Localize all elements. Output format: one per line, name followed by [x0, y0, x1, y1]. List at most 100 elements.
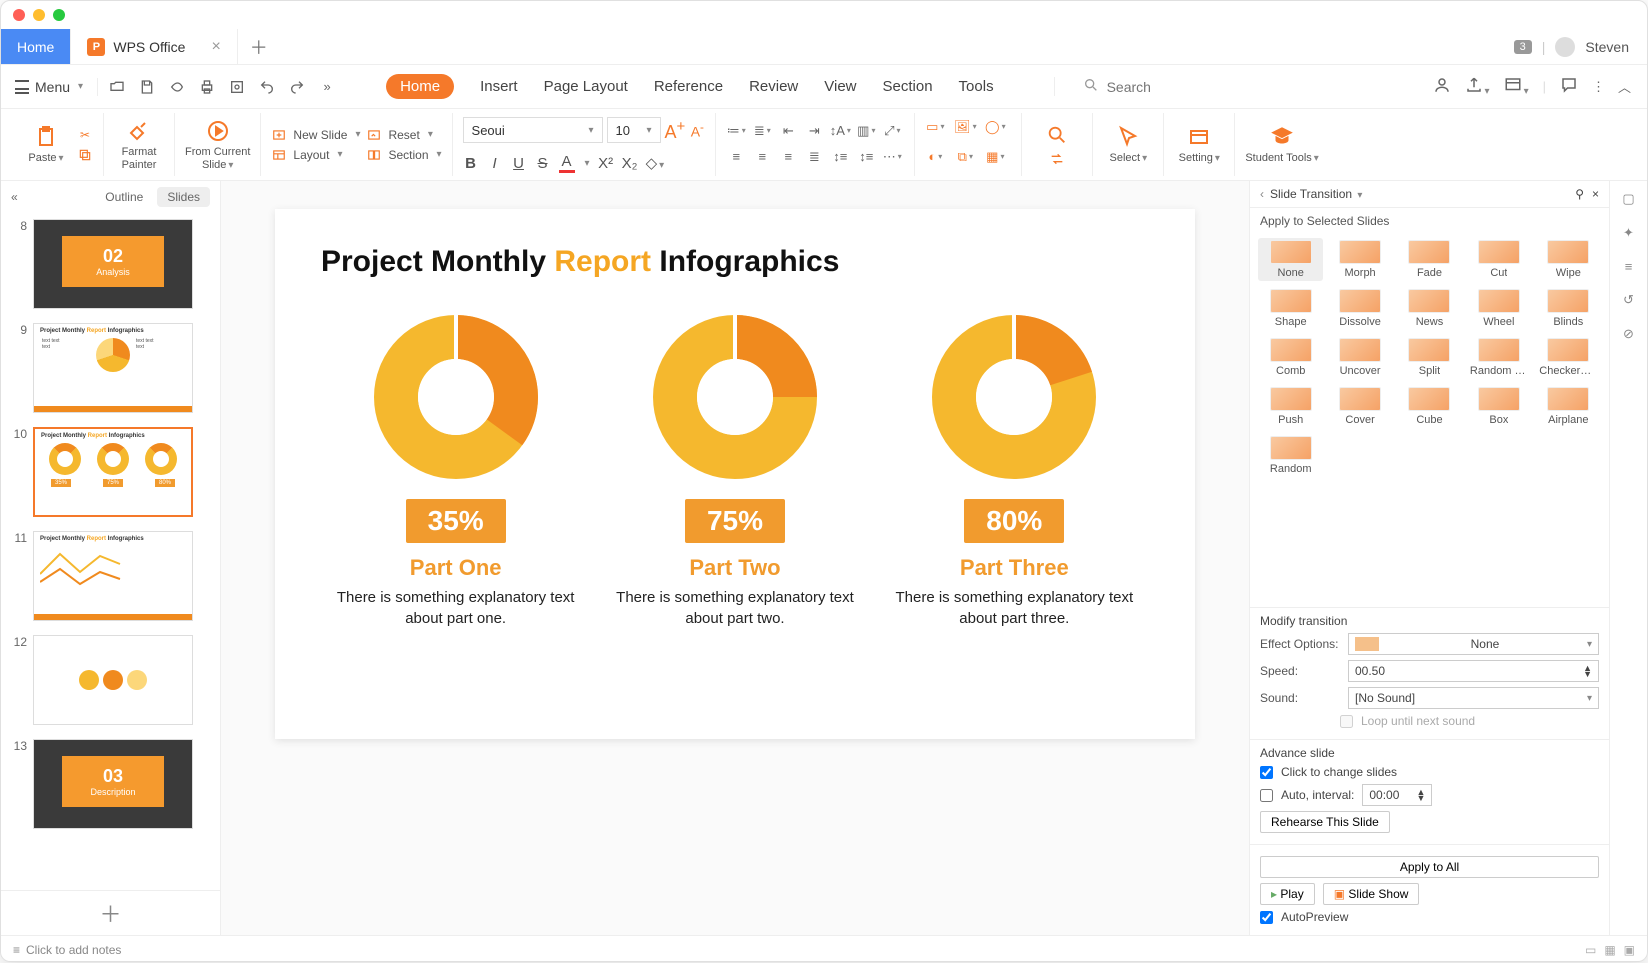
columns-icon[interactable]: ▥▾ [856, 121, 876, 141]
clear-format-button[interactable]: ◇▾ [646, 154, 665, 172]
reading-view-icon[interactable]: ▣ [1624, 943, 1635, 957]
shapes-icon[interactable]: ◯▾ [985, 117, 1005, 137]
vertical-align-icon[interactable]: ⤢▾ [882, 121, 902, 141]
paragraph-more-icon[interactable]: ⋯▾ [882, 147, 902, 167]
font-size-select[interactable]: 10▾ [607, 117, 661, 143]
transition-cut[interactable]: Cut [1466, 238, 1531, 281]
transition-wheel[interactable]: Wheel [1466, 287, 1531, 330]
collapse-ribbon-icon[interactable]: ︿ [1618, 77, 1631, 96]
layout-button[interactable]: Layout▾ [271, 147, 360, 163]
collapse-left-icon[interactable]: « [11, 190, 18, 204]
tab-document[interactable]: P WPS Office × [71, 29, 237, 64]
slide-thumb[interactable] [33, 635, 193, 725]
slide-thumb[interactable]: 02Analysis [33, 219, 193, 309]
outline-tab[interactable]: Outline [95, 187, 153, 207]
add-slide-button[interactable]: ＋ [1, 890, 220, 935]
slides-tab[interactable]: Slides [157, 187, 210, 207]
arrange-icon[interactable]: ⧉▾ [955, 147, 975, 167]
numbering-icon[interactable]: ≣▾ [752, 121, 772, 141]
comments-icon[interactable] [1560, 76, 1578, 97]
text-box-icon[interactable]: ▭▾ [925, 117, 945, 137]
student-tools-button[interactable]: Student Tools▾ [1245, 124, 1319, 164]
ribbon-tab-reference[interactable]: Reference [654, 78, 723, 95]
transition-push[interactable]: Push [1258, 385, 1323, 428]
rehearse-button[interactable]: Rehearse This Slide [1260, 811, 1390, 833]
transition-dissolve[interactable]: Dissolve [1327, 287, 1392, 330]
line-spacing-icon[interactable]: ↕≡ [830, 147, 850, 167]
close-icon[interactable]: × [211, 38, 220, 56]
normal-view-icon[interactable]: ▭ [1585, 943, 1596, 957]
transition-shape[interactable]: Shape [1258, 287, 1323, 330]
transition-comb[interactable]: Comb [1258, 336, 1323, 379]
ribbon-tab-home[interactable]: Home [386, 74, 454, 99]
menu-button[interactable]: Menu ▾ [1, 79, 97, 95]
help-icon[interactable]: ⊘ [1623, 326, 1634, 342]
cut-button[interactable]: ✂ [77, 127, 93, 143]
font-color-button[interactable]: A [559, 153, 575, 173]
layout-mode-icon[interactable]: ▾ [1504, 76, 1529, 97]
history-icon[interactable]: ↺ [1623, 292, 1634, 308]
transition-split[interactable]: Split [1397, 336, 1462, 379]
align-left-icon[interactable]: ≡ [726, 147, 746, 167]
close-icon[interactable]: × [1592, 187, 1599, 201]
font-name-select[interactable]: Seoui▾ [463, 117, 603, 143]
underline-button[interactable]: U [511, 155, 527, 172]
click-advance-checkbox[interactable] [1260, 766, 1273, 779]
transition-checkerbo[interactable]: Checkerbo... [1536, 336, 1601, 379]
sorter-view-icon[interactable]: ▦ [1604, 943, 1615, 957]
auto-advance-checkbox[interactable] [1260, 789, 1273, 802]
chevron-left-icon[interactable]: ‹ [1260, 187, 1264, 201]
find-replace-button[interactable] [1032, 122, 1082, 168]
strikethrough-button[interactable]: S [535, 155, 551, 172]
paste-button[interactable]: Paste▾ [21, 124, 71, 164]
properties-icon[interactable]: ✦ [1623, 225, 1634, 241]
slide-thumb[interactable]: Project Monthly Report Infographicstext … [33, 323, 193, 413]
transition-fade[interactable]: Fade [1397, 238, 1462, 281]
transition-randomb[interactable]: Random B... [1466, 336, 1531, 379]
line-spacing2-icon[interactable]: ↕≡ [856, 147, 876, 167]
ribbon-tab-insert[interactable]: Insert [480, 78, 518, 95]
avatar-icon[interactable] [1555, 37, 1575, 57]
align-right-icon[interactable]: ≡ [778, 147, 798, 167]
window-minimize-icon[interactable] [33, 9, 45, 21]
transition-airplane[interactable]: Airplane [1536, 385, 1601, 428]
transition-wipe[interactable]: Wipe [1536, 238, 1601, 281]
sliders-icon[interactable]: ≡ [1625, 259, 1633, 274]
transition-news[interactable]: News [1397, 287, 1462, 330]
print-preview-icon[interactable] [228, 78, 246, 96]
setting-button[interactable]: Setting▾ [1174, 124, 1224, 164]
cloud-user-icon[interactable] [1433, 76, 1451, 97]
loop-checkbox[interactable] [1340, 715, 1353, 728]
select-button[interactable]: Select▾ [1103, 124, 1153, 164]
justify-icon[interactable]: ≣ [804, 147, 824, 167]
transition-none[interactable]: None [1258, 238, 1323, 281]
slide-thumb[interactable]: Project Monthly Report Infographics [33, 531, 193, 621]
autopreview-checkbox[interactable] [1260, 911, 1273, 924]
window-close-icon[interactable] [13, 9, 25, 21]
user-name[interactable]: Steven [1585, 39, 1629, 55]
new-tab-button[interactable]: ＋ [238, 29, 280, 64]
reset-button[interactable]: Reset▾ [366, 127, 441, 143]
ribbon-tab-page-layout[interactable]: Page Layout [544, 78, 628, 95]
undo-icon[interactable] [258, 78, 276, 96]
decrease-font-icon[interactable]: A- [689, 121, 705, 140]
increase-font-icon[interactable]: A+ [665, 118, 686, 143]
shape-fill-icon[interactable]: ◐▾ [925, 147, 945, 167]
more-icon[interactable]: » [318, 78, 336, 96]
bullets-icon[interactable]: ≔▾ [726, 121, 746, 141]
transition-blinds[interactable]: Blinds [1536, 287, 1601, 330]
italic-button[interactable]: I [487, 155, 503, 172]
notes-area[interactable]: ≡ Click to add notes [13, 943, 121, 957]
transition-morph[interactable]: Morph [1327, 238, 1392, 281]
transition-cover[interactable]: Cover [1327, 385, 1392, 428]
transition-box[interactable]: Box [1466, 385, 1531, 428]
copy-button[interactable] [77, 147, 93, 163]
current-slide[interactable]: Project Monthly Report Infographics 35%P… [275, 209, 1195, 739]
quick-styles-icon[interactable]: ▦▾ [985, 147, 1005, 167]
window-maximize-icon[interactable] [53, 9, 65, 21]
ribbon-tab-tools[interactable]: Tools [959, 78, 994, 95]
superscript-button[interactable]: X² [598, 155, 614, 172]
section-button[interactable]: Section▾ [366, 147, 441, 163]
bold-button[interactable]: B [463, 155, 479, 172]
from-current-slide-button[interactable]: From Current Slide▾ [185, 118, 250, 170]
